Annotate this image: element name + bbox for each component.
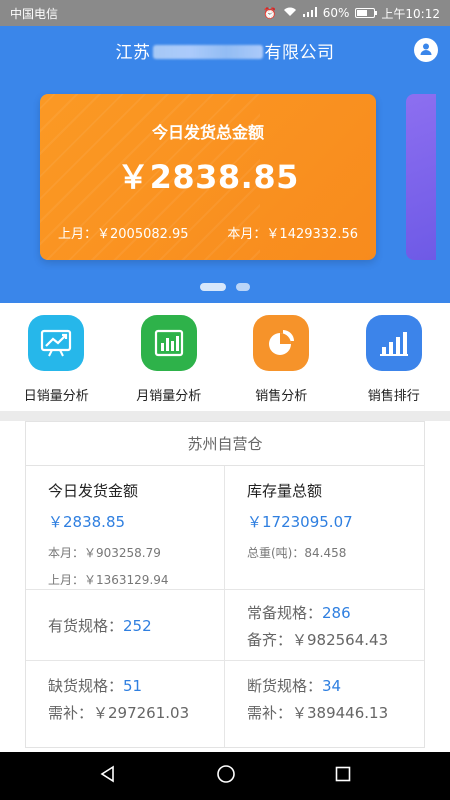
company-title-prefix: 江苏 bbox=[115, 43, 151, 63]
shortage-label: 缺货规格： bbox=[48, 677, 124, 695]
battery-percent: 60% bbox=[322, 6, 350, 20]
standard-complete-amount: 备齐：￥982564.43 bbox=[247, 631, 389, 649]
status-bar: 中国电信 ⏰ 60% 上午10:12 bbox=[0, 0, 450, 26]
out-of-stock-spec: 断货规格：34 bbox=[247, 675, 424, 696]
carousel-dot-active[interactable] bbox=[200, 283, 226, 291]
stats-row: 缺货规格：51 需补：￥297261.03 断货规格：34 需补：￥389446… bbox=[26, 661, 424, 747]
recents-icon[interactable] bbox=[335, 766, 351, 786]
menu-daily-sales[interactable]: 日销量分析 bbox=[0, 303, 113, 411]
battery-icon bbox=[355, 8, 378, 18]
menu-sales-ranking[interactable]: 销售排行 bbox=[338, 303, 450, 411]
menu-label: 销售分析 bbox=[255, 389, 308, 404]
alarm-icon: ⏰ bbox=[263, 6, 277, 20]
shortage-spec: 缺货规格：51 bbox=[48, 675, 224, 696]
card-last-month: 上月：￥2005082.95 bbox=[58, 227, 189, 242]
user-profile-button[interactable] bbox=[414, 38, 438, 62]
out-of-stock-label: 断货规格： bbox=[247, 677, 323, 695]
ranking-bars-icon bbox=[365, 315, 422, 371]
wifi-icon bbox=[283, 7, 297, 20]
menu-label: 日销量分析 bbox=[23, 389, 89, 404]
home-icon[interactable] bbox=[216, 764, 236, 788]
system-nav-bar bbox=[0, 752, 450, 800]
menu-label: 销售排行 bbox=[367, 389, 420, 404]
card-this-month: 本月：￥1429332.56 bbox=[227, 227, 358, 242]
in-stock-cell[interactable]: 有货规格：252 bbox=[26, 590, 225, 660]
warehouse-stats: 今日发货金额 ￥2838.85 本月：￥903258.79 上月：￥136312… bbox=[26, 466, 424, 747]
standard-spec-cell[interactable]: 常备规格：286 备齐：￥982564.43 bbox=[225, 590, 424, 660]
stock-total-amount: ￥1723095.07 bbox=[247, 513, 353, 531]
status-icons: ⏰ 60% 上午10:12 bbox=[263, 5, 440, 22]
out-of-stock-value: 34 bbox=[322, 677, 342, 695]
menu-label: 月销量分析 bbox=[136, 389, 202, 404]
out-of-stock-cell[interactable]: 断货规格：34 需补：￥389446.13 bbox=[225, 661, 424, 747]
card-footer: 上月：￥2005082.95 本月：￥1429332.56 bbox=[58, 223, 358, 242]
user-icon bbox=[419, 41, 433, 60]
next-card-peek[interactable] bbox=[406, 94, 436, 260]
pie-chart-icon bbox=[253, 315, 310, 371]
clock: 上午10:12 bbox=[381, 6, 440, 21]
carousel-dot[interactable] bbox=[236, 283, 250, 291]
in-stock-label: 有货规格： bbox=[48, 616, 124, 635]
shortage-need-amount: 需补：￥297261.03 bbox=[48, 704, 190, 722]
trend-chart-icon bbox=[28, 315, 85, 371]
today-shipment-cell[interactable]: 今日发货金额 ￥2838.85 本月：￥903258.79 上月：￥136312… bbox=[26, 466, 225, 589]
quick-menu: 日销量分析 月销量分析 销售分析 销售排行 bbox=[0, 303, 450, 411]
menu-sales-analysis[interactable]: 销售分析 bbox=[225, 303, 338, 411]
standard-label: 常备规格： bbox=[247, 604, 323, 622]
total-weight: 总重(吨)：84.458 bbox=[247, 546, 347, 560]
back-icon[interactable] bbox=[99, 765, 117, 787]
standard-value: 286 bbox=[322, 604, 351, 622]
shortage-cell[interactable]: 缺货规格：51 需补：￥297261.03 bbox=[26, 661, 225, 747]
stats-row: 今日发货金额 ￥2838.85 本月：￥903258.79 上月：￥136312… bbox=[26, 466, 424, 590]
today-shipment-label: 今日发货金额 bbox=[48, 482, 139, 500]
header-banner: 江苏 有限公司 今日发货总金额 ￥2838.85 上月：￥2005082.95 本… bbox=[0, 26, 450, 303]
daily-total-card[interactable]: 今日发货总金额 ￥2838.85 上月：￥2005082.95 本月：￥1429… bbox=[40, 94, 376, 260]
standard-spec: 常备规格：286 bbox=[247, 602, 424, 623]
last-month-amount: 上月：￥1363129.94 bbox=[48, 573, 169, 587]
warehouse-panel: 苏州自营仓 今日发货金额 ￥2838.85 本月：￥903258.79 上月：￥… bbox=[25, 421, 425, 748]
signal-icon bbox=[302, 6, 317, 20]
stock-total-cell[interactable]: 库存量总额 ￥1723095.07 总重(吨)：84.458 bbox=[225, 466, 424, 589]
company-title: 江苏 有限公司 bbox=[0, 38, 450, 63]
card-title: 今日发货总金额 bbox=[151, 123, 264, 142]
menu-monthly-sales[interactable]: 月销量分析 bbox=[113, 303, 226, 411]
carrier-label: 中国电信 bbox=[10, 6, 59, 21]
this-month-amount: 本月：￥903258.79 bbox=[48, 546, 161, 560]
carousel-indicator bbox=[0, 283, 450, 291]
company-title-suffix: 有限公司 bbox=[264, 43, 335, 63]
bar-chart-icon bbox=[140, 315, 197, 371]
shortage-value: 51 bbox=[123, 677, 143, 695]
redacted-name-block bbox=[152, 45, 263, 59]
today-shipment-amount: ￥2838.85 bbox=[48, 513, 126, 531]
stock-total-label: 库存量总额 bbox=[247, 482, 323, 500]
in-stock-value: 252 bbox=[123, 616, 152, 635]
in-stock-spec: 有货规格：252 bbox=[48, 615, 152, 636]
out-of-stock-need-amount: 需补：￥389446.13 bbox=[247, 704, 389, 722]
warehouse-name: 苏州自营仓 bbox=[26, 422, 424, 466]
section-divider bbox=[0, 411, 450, 421]
stats-row: 有货规格：252 常备规格：286 备齐：￥982564.43 bbox=[26, 590, 424, 661]
card-amount: ￥2838.85 bbox=[117, 158, 299, 196]
